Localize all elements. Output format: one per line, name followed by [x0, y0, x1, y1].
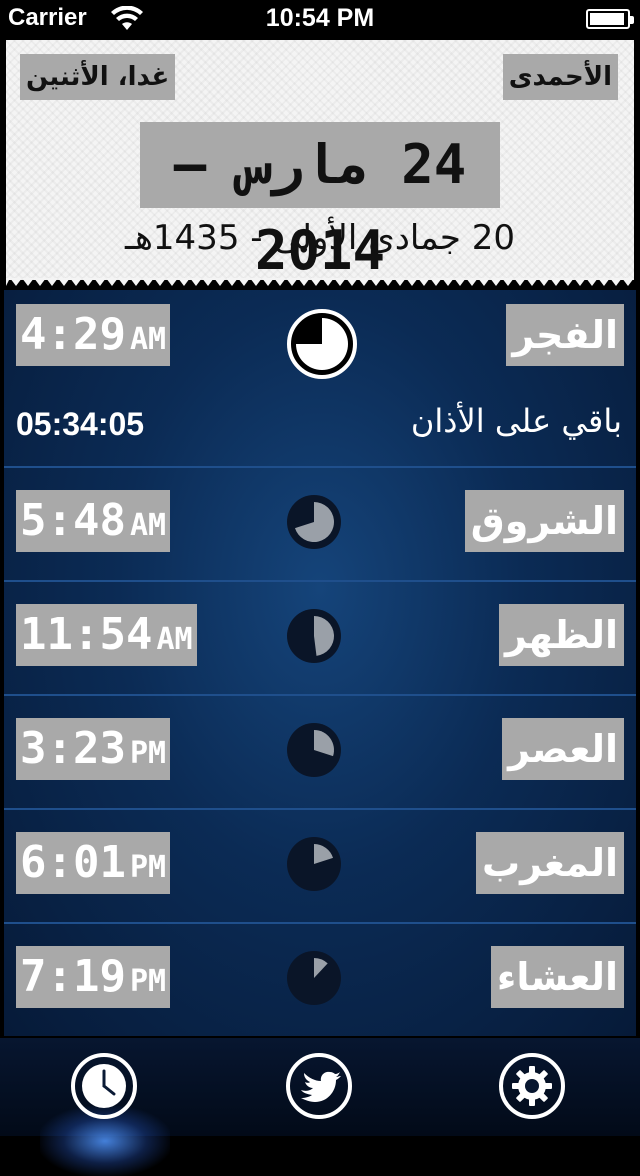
day-name-label: الأحمدى — [502, 54, 618, 100]
status-time: 10:54 PM — [265, 4, 375, 32]
clock-icon[interactable] — [70, 1052, 138, 1120]
prayer-time-value: 4:29 — [20, 309, 126, 360]
prayer-ampm: PM — [129, 850, 167, 885]
prayer-row-asr[interactable]: 3:23 PM العصر — [4, 696, 636, 810]
prayer-time: 6:01 PM — [16, 832, 171, 894]
twitter-bird-icon[interactable] — [285, 1052, 353, 1120]
prayer-time-value: 7:19 — [20, 951, 126, 1002]
prayer-name: الشروق — [464, 490, 624, 552]
prayer-time-value: 3:23 — [20, 723, 126, 774]
prayer-row-isha[interactable]: 7:19 PM العشاء — [4, 924, 636, 1036]
gregorian-date: 24 مارس – 2014 — [140, 122, 500, 282]
prayer-time-value: 6:01 — [20, 837, 126, 888]
prayer-name: الفجر — [506, 304, 624, 366]
next-day-button[interactable]: غدا، الأثنين — [20, 54, 176, 100]
clock-icon — [287, 495, 341, 549]
hijri-date: 20 جمادى الأولى - 1435هـ — [125, 218, 515, 258]
prayer-name: العشاء — [490, 946, 624, 1008]
prayer-time: 4:29 AM — [16, 304, 171, 366]
prayer-row-sunrise[interactable]: 5:48 AM الشروق — [4, 468, 636, 582]
prayer-row-dhuhr[interactable]: 11:54 AM الظهر — [4, 582, 636, 696]
prayer-name: العصر — [502, 718, 624, 780]
prayer-ampm: PM — [129, 964, 167, 999]
prayer-time-value: 5:48 — [20, 495, 126, 546]
prayer-ampm: PM — [129, 736, 167, 771]
prayer-time: 7:19 PM — [16, 946, 171, 1008]
prayer-time-value: 11:54 — [20, 609, 153, 660]
countdown-label: باقي على الأذان — [410, 402, 622, 440]
clock-icon — [287, 837, 341, 891]
prayer-row-fajr[interactable]: 4:29 AM الفجر 05:34:05 باقي على الأذان — [4, 290, 636, 468]
clock-icon — [287, 609, 341, 663]
prayer-time: 11:54 AM — [16, 604, 197, 666]
prayer-ampm: AM — [129, 322, 167, 357]
prayer-name: الظهر — [498, 604, 624, 666]
prayer-list: 4:29 AM الفجر 05:34:05 باقي على الأذان 5:… — [4, 290, 636, 1036]
prayer-time: 5:48 AM — [16, 490, 171, 552]
clock-icon — [287, 723, 341, 777]
countdown-timer: 05:34:05 — [16, 406, 145, 442]
tab-bar — [0, 1038, 640, 1176]
battery-icon — [586, 9, 634, 29]
date-header: الأحمدى غدا، الأثنين 24 مارس – 2014 20 ج… — [6, 40, 634, 282]
status-bar: Carrier 10:54 PM — [0, 0, 640, 40]
prayer-row-maghrib[interactable]: 6:01 PM المغرب — [4, 810, 636, 924]
gear-icon[interactable] — [498, 1052, 566, 1120]
prayer-ampm: AM — [156, 622, 193, 657]
clock-icon — [287, 309, 357, 379]
prayer-ampm: AM — [129, 508, 167, 543]
prayer-time: 3:23 PM — [16, 718, 171, 780]
header-zigzag-edge — [6, 278, 634, 286]
prayer-name: المغرب — [475, 832, 624, 894]
clock-icon — [287, 951, 341, 1005]
